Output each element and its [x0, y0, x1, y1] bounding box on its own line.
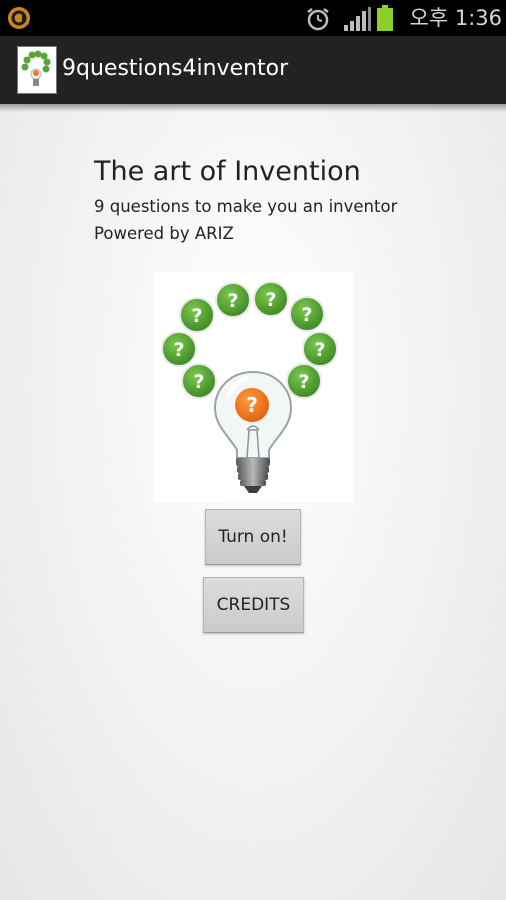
question-mark-text: ?: [193, 371, 204, 393]
question-bubble: ?: [181, 363, 217, 399]
question-bubble: ?: [286, 363, 322, 399]
action-bar-shadow: [0, 104, 506, 112]
question-bubble: ?: [289, 296, 325, 332]
content-area: [0, 104, 506, 900]
alarm-icon: [307, 8, 329, 31]
question-bubble: ?: [161, 331, 197, 367]
status-clock: 오후 1:36: [409, 6, 502, 30]
bulb-base: [236, 458, 270, 493]
status-bar: 오후 1:36: [0, 0, 506, 36]
question-mark-text: ?: [314, 339, 325, 361]
app-title: 9questions4inventor: [62, 56, 289, 81]
page-subtitle: 9 questions to make you an inventor: [94, 197, 398, 216]
question-bubble: ?: [302, 331, 338, 367]
page-headline: The art of Invention: [94, 156, 361, 187]
question-mark-text: ?: [227, 290, 238, 312]
question-bubble: ?: [253, 281, 289, 317]
powered-by-text: Powered by ARIZ: [94, 224, 234, 243]
question-bubble: ?: [179, 297, 215, 333]
app-icon[interactable]: [17, 46, 57, 94]
lightbulb-illustration: ? ? ? ? ? ? ? ? ?: [161, 281, 338, 493]
turn-on-button[interactable]: Turn on!: [205, 509, 301, 565]
question-mark-text: ?: [173, 339, 184, 361]
question-mark-text: ?: [301, 304, 312, 326]
credits-button[interactable]: CREDITS: [203, 577, 304, 633]
battery-icon: [377, 5, 393, 31]
action-bar: 9questions4inventor: [0, 36, 506, 104]
question-mark-text: ?: [246, 393, 258, 417]
question-mark-text: ?: [265, 289, 276, 311]
lightbulb-logo-icon: [21, 50, 51, 86]
question-bubble: ?: [215, 282, 251, 318]
question-mark-text: ?: [191, 305, 202, 327]
signal-icon: [344, 7, 371, 31]
question-mark-text: ?: [298, 371, 309, 393]
center-question-bubble: ?: [233, 386, 271, 424]
notification-icon: [8, 7, 30, 29]
lightbulb-logo: ? ? ? ? ? ? ? ? ?: [153, 272, 353, 502]
